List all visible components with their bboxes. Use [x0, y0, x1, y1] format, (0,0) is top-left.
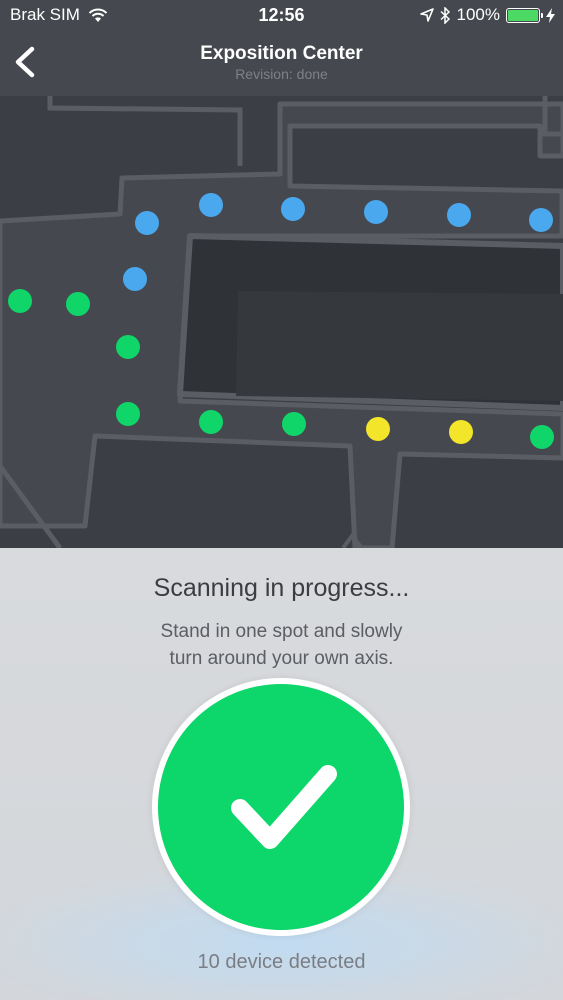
- blue-beacon-marker[interactable]: [364, 200, 388, 224]
- charging-bolt-icon: [546, 7, 555, 23]
- green-beacon-marker[interactable]: [116, 402, 140, 426]
- instruction-line-2: turn around your own axis.: [169, 648, 394, 669]
- page-title: Exposition Center: [200, 43, 363, 64]
- blue-beacon-marker[interactable]: [123, 267, 147, 291]
- blue-beacon-marker[interactable]: [199, 193, 223, 217]
- green-beacon-marker[interactable]: [116, 335, 140, 359]
- green-beacon-marker[interactable]: [530, 425, 554, 449]
- location-arrow-icon: [419, 8, 434, 22]
- instruction-line-1: Stand in one spot and slowly: [160, 621, 403, 642]
- scan-panel: Scanning in progress... Stand in one spo…: [0, 548, 563, 1000]
- status-bar: Brak SIM 12:56 100%: [0, 0, 563, 32]
- battery-icon: [506, 7, 543, 23]
- blue-beacon-marker[interactable]: [281, 197, 305, 221]
- yellow-beacon-marker[interactable]: [366, 417, 390, 441]
- green-beacon-marker[interactable]: [66, 292, 90, 316]
- checkmark-icon: [231, 765, 337, 849]
- green-beacon-marker[interactable]: [8, 289, 32, 313]
- scan-instructions: Stand in one spot and slowly turn around…: [0, 618, 563, 672]
- blue-beacon-marker[interactable]: [447, 203, 471, 227]
- revision-subtitle: Revision: done: [235, 66, 328, 82]
- navigation-header: Brak SIM 12:56 100% Exposition Center Re…: [0, 0, 563, 96]
- scan-status-indicator: [152, 678, 410, 936]
- blue-beacon-marker[interactable]: [135, 211, 159, 235]
- inner-room-shadow: [236, 291, 563, 401]
- green-beacon-marker[interactable]: [282, 412, 306, 436]
- success-circle: [158, 684, 404, 930]
- yellow-beacon-marker[interactable]: [449, 420, 473, 444]
- floor-plan: [0, 96, 563, 548]
- top-wall: [47, 96, 243, 166]
- bluetooth-icon: [440, 6, 450, 24]
- scan-heading: Scanning in progress...: [153, 574, 410, 602]
- green-beacon-marker[interactable]: [199, 410, 223, 434]
- blue-beacon-marker[interactable]: [529, 208, 553, 232]
- devices-detected-label: 10 device detected: [197, 951, 366, 973]
- battery-percent: 100%: [456, 5, 500, 24]
- floor-map[interactable]: [0, 96, 563, 548]
